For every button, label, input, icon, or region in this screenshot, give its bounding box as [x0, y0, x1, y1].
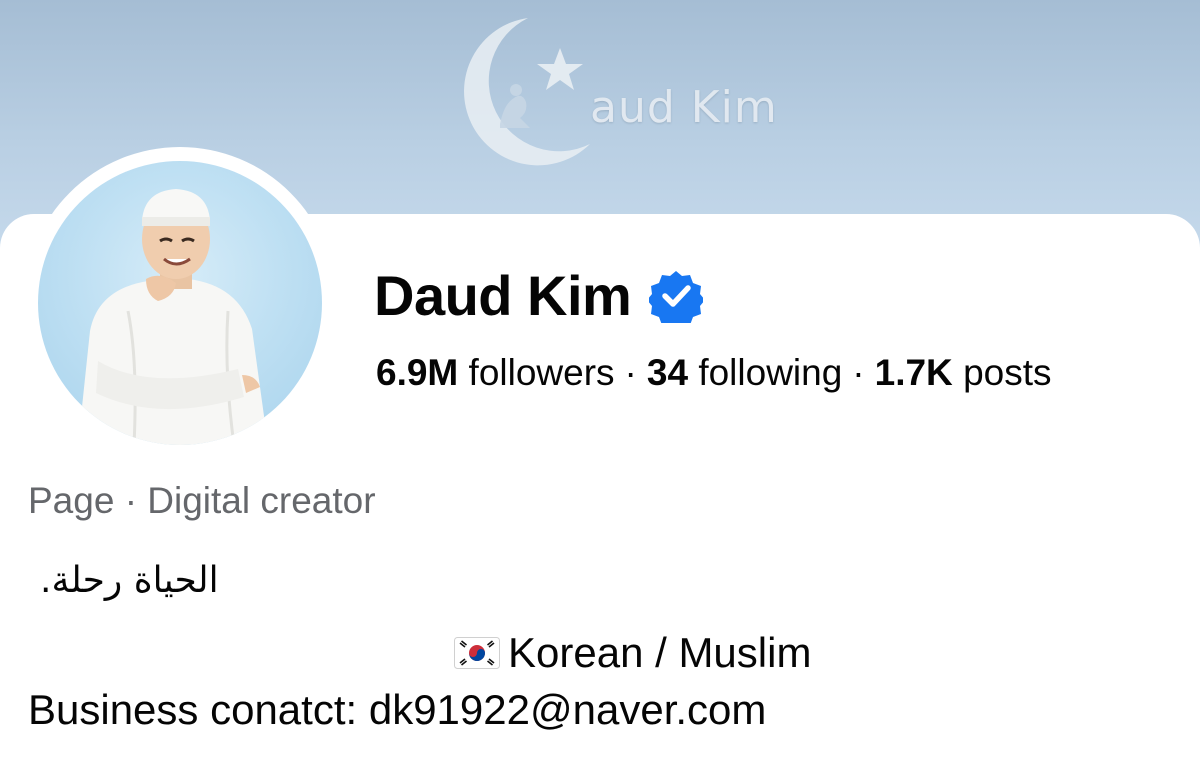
- followers-stat[interactable]: 6.9M followers: [376, 352, 615, 393]
- profile-name-text: Daud Kim: [374, 264, 632, 327]
- following-stat[interactable]: 34 following: [647, 352, 842, 393]
- bio-line-contact: Business conatct: dk91922@naver.com: [28, 686, 767, 733]
- avatar[interactable]: [38, 161, 322, 445]
- stats-separator: ·: [624, 352, 637, 393]
- bio-line-arabic: الحياة رحلة.: [40, 560, 219, 601]
- following-label: following: [698, 352, 843, 393]
- profile-name: Daud Kim: [374, 262, 704, 330]
- profile-stats: 6.9M followers · 34 following · 1.7K posts: [376, 350, 1052, 396]
- posts-label: posts: [963, 352, 1052, 393]
- following-count: 34: [646, 352, 689, 393]
- page-category: Page · Digital creator: [28, 480, 376, 521]
- south-korea-flag-icon: [454, 637, 500, 669]
- bio-line-identity: Korean / Muslim: [454, 628, 811, 678]
- stats-separator: ·: [852, 352, 865, 393]
- posts-stat[interactable]: 1.7K posts: [875, 352, 1052, 393]
- followers-count: 6.9M: [376, 352, 459, 393]
- bio-line-identity-text: Korean / Muslim: [508, 629, 812, 676]
- verified-badge-icon: [649, 271, 704, 323]
- cover-logo-text: aud Kim: [590, 82, 778, 133]
- posts-count: 1.7K: [874, 352, 953, 393]
- followers-label: followers: [468, 352, 615, 393]
